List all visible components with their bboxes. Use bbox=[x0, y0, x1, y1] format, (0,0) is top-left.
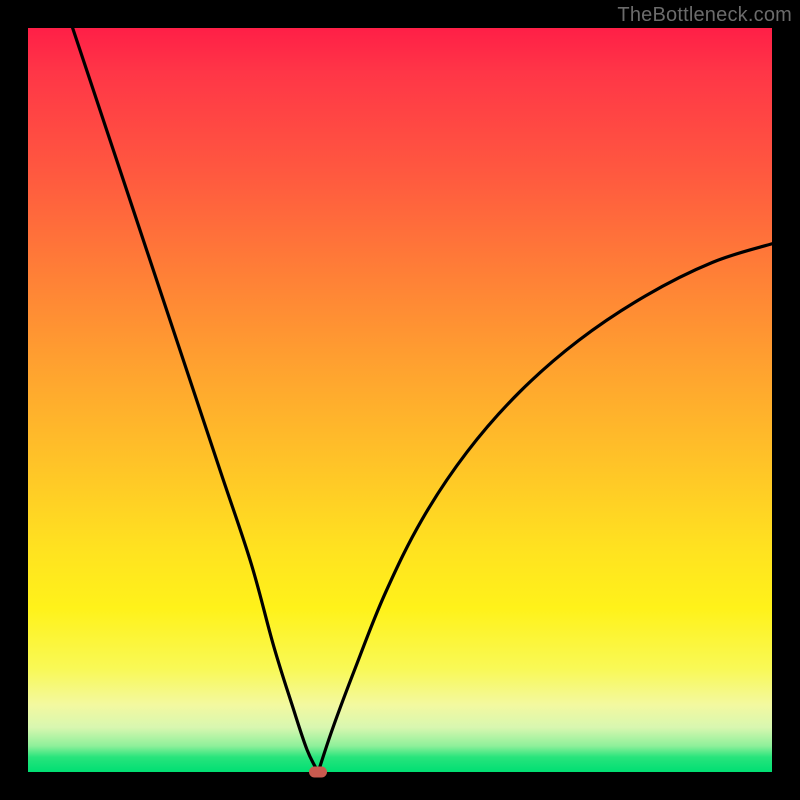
watermark-text: TheBottleneck.com bbox=[617, 4, 792, 27]
curve-left-branch bbox=[73, 28, 319, 772]
chart-frame: TheBottleneck.com bbox=[0, 0, 800, 800]
minimum-marker bbox=[309, 767, 327, 778]
curve-layer bbox=[28, 28, 772, 772]
plot-area bbox=[28, 28, 772, 772]
curve-right-branch bbox=[318, 244, 772, 772]
